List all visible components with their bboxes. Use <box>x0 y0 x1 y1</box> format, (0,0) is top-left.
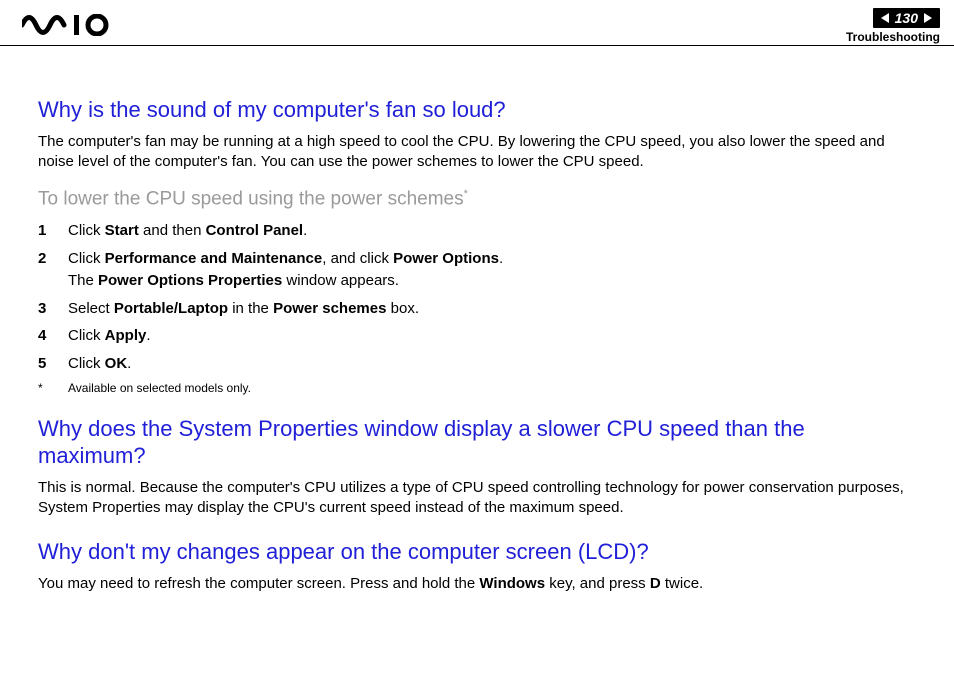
prev-page-icon[interactable] <box>881 13 889 23</box>
step-5: Click OK. <box>38 353 916 375</box>
page-number-badge[interactable]: 130 <box>873 8 940 28</box>
question-3-title: Why don't my changes appear on the compu… <box>38 538 916 566</box>
footnote-text: Available on selected models only. <box>68 381 251 395</box>
subheading-text: To lower the CPU speed using the power s… <box>38 188 464 209</box>
question-1-subheading: To lower the CPU speed using the power s… <box>38 188 916 210</box>
step-3: Select Portable/Laptop in the Power sche… <box>38 298 916 320</box>
header-right: 130 Troubleshooting <box>846 8 940 44</box>
section-label: Troubleshooting <box>846 30 940 44</box>
step-2-sub: The Power Options Properties window appe… <box>68 270 916 292</box>
page-content: Why is the sound of my computer's fan so… <box>0 46 954 618</box>
footnote: * Available on selected models only. <box>38 381 916 395</box>
page-number: 130 <box>895 10 918 26</box>
question-3-body: You may need to refresh the computer scr… <box>38 574 916 594</box>
steps-list: Click Start and then Control Panel. Clic… <box>38 220 916 375</box>
footnote-mark: * <box>38 381 50 395</box>
step-2: Click Performance and Maintenance, and c… <box>38 248 916 292</box>
next-page-icon[interactable] <box>924 13 932 23</box>
vaio-logo <box>22 14 132 36</box>
step-4: Click Apply. <box>38 325 916 347</box>
page-header: 130 Troubleshooting <box>0 0 954 46</box>
question-2-body: This is normal. Because the computer's C… <box>38 478 916 519</box>
question-1-body: The computer's fan may be running at a h… <box>38 132 916 173</box>
question-2-title: Why does the System Properties window di… <box>38 415 916 470</box>
vaio-logo-icon <box>22 14 132 36</box>
step-1: Click Start and then Control Panel. <box>38 220 916 242</box>
question-1-title: Why is the sound of my computer's fan so… <box>38 96 916 124</box>
subheading-footnote-mark: * <box>464 188 468 200</box>
